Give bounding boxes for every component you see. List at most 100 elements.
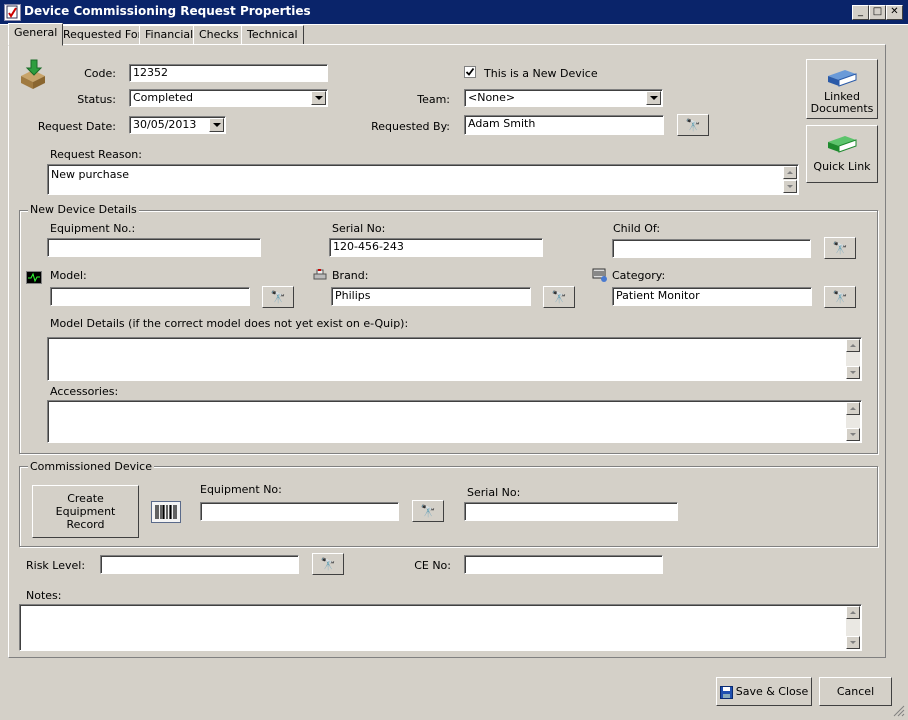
- child-of-find-button[interactable]: 🔭: [824, 237, 856, 259]
- model-input[interactable]: [50, 287, 250, 306]
- scroll-down-icon[interactable]: [783, 180, 797, 193]
- requested-by-find-button[interactable]: 🔭: [677, 114, 709, 136]
- model-icon: [26, 271, 42, 284]
- new-device-group-title: New Device Details: [28, 203, 139, 216]
- model-find-button[interactable]: 🔭: [262, 286, 294, 308]
- minimize-button[interactable]: _: [852, 5, 869, 20]
- category-find-button[interactable]: 🔭: [824, 286, 856, 308]
- request-date-label: Request Date:: [37, 120, 116, 133]
- tab-general[interactable]: General: [8, 23, 64, 46]
- book-green-icon: [828, 136, 857, 153]
- scroll-down-icon[interactable]: [846, 428, 860, 441]
- barcode-icon: [151, 501, 181, 523]
- code-label: Code:: [84, 67, 116, 80]
- serial-no-input[interactable]: 120-456-243: [329, 238, 543, 257]
- linked-documents-button[interactable]: Linked Documents: [806, 59, 878, 119]
- resize-grip-icon[interactable]: [892, 704, 905, 717]
- child-of-label: Child Of:: [613, 222, 661, 235]
- notes-label: Notes:: [26, 589, 62, 602]
- tab-checks[interactable]: Checks: [193, 25, 245, 45]
- book-blue-icon: [828, 70, 857, 87]
- child-of-input[interactable]: [612, 239, 811, 258]
- brand-input[interactable]: Philips: [331, 287, 531, 306]
- model-details-textarea[interactable]: [47, 337, 862, 381]
- request-date-value: 30/05/2013: [133, 118, 197, 131]
- ce-no-label: CE No:: [414, 559, 451, 572]
- save-icon: [719, 685, 733, 699]
- risk-level-label: Risk Level:: [26, 559, 86, 572]
- category-label: Category:: [612, 269, 666, 282]
- risk-level-input[interactable]: [100, 555, 299, 574]
- model-label: Model:: [50, 269, 87, 282]
- quick-link-button[interactable]: Quick Link: [806, 125, 878, 183]
- notes-scrollbar[interactable]: [846, 606, 860, 649]
- commissioned-equipment-no-label: Equipment No:: [200, 483, 282, 496]
- team-dropdown-icon[interactable]: [646, 91, 661, 105]
- brand-icon: [313, 268, 327, 282]
- linked-documents-label: Linked Documents: [810, 90, 874, 115]
- team-label: Team:: [417, 93, 450, 106]
- equipment-no-label: Equipment No.:: [50, 222, 136, 235]
- status-value: Completed: [133, 91, 193, 104]
- requested-by-input[interactable]: Adam Smith: [464, 115, 664, 135]
- model-details-scrollbar[interactable]: [846, 339, 860, 379]
- team-select[interactable]: <None>: [464, 89, 663, 107]
- request-reason-value: New purchase: [51, 168, 129, 181]
- new-device-label: This is a New Device: [484, 67, 598, 80]
- date-dropdown-icon[interactable]: [209, 118, 224, 132]
- cancel-label: Cancel: [836, 685, 875, 698]
- commissioned-equipment-find-button[interactable]: 🔭: [412, 500, 444, 522]
- category-input[interactable]: Patient Monitor: [612, 287, 812, 306]
- brand-label: Brand:: [332, 269, 369, 282]
- request-reason-textarea[interactable]: New purchase: [47, 164, 799, 195]
- ce-no-input[interactable]: [464, 555, 663, 574]
- status-select[interactable]: Completed: [129, 89, 328, 107]
- serial-no-label: Serial No:: [332, 222, 386, 235]
- new-device-checkbox[interactable]: [464, 66, 476, 78]
- accessories-textarea[interactable]: [47, 400, 862, 443]
- save-close-button[interactable]: Save & Close: [716, 677, 812, 706]
- scroll-up-icon[interactable]: [846, 402, 860, 415]
- tab-technical[interactable]: Technical: [241, 25, 304, 45]
- scroll-up-icon[interactable]: [783, 166, 797, 179]
- tab-requested-for[interactable]: Requested For: [57, 25, 149, 45]
- equipment-no-input[interactable]: [47, 238, 261, 257]
- request-reason-scrollbar[interactable]: [783, 166, 797, 193]
- accessories-scrollbar[interactable]: [846, 402, 860, 441]
- notes-textarea[interactable]: [19, 604, 862, 651]
- cancel-button[interactable]: Cancel: [819, 677, 892, 706]
- request-reason-label: Request Reason:: [50, 148, 142, 161]
- scroll-down-icon[interactable]: [846, 366, 860, 379]
- team-value: <None>: [468, 91, 516, 104]
- quick-link-label: Quick Link: [813, 160, 871, 173]
- requested-by-label: Requested By:: [371, 120, 450, 133]
- status-dropdown-icon[interactable]: [311, 91, 326, 105]
- binoculars-icon: 🔭: [320, 557, 336, 571]
- save-close-label: Save & Close: [735, 685, 809, 698]
- create-equipment-record-label: Create Equipment Record: [55, 492, 116, 531]
- binoculars-icon: 🔭: [270, 290, 286, 304]
- model-details-label: Model Details (if the correct model does…: [50, 317, 409, 330]
- binoculars-icon: 🔭: [832, 290, 848, 304]
- status-label: Status:: [77, 93, 116, 106]
- binoculars-icon: 🔭: [832, 241, 848, 255]
- accessories-label: Accessories:: [50, 385, 119, 398]
- request-date-input[interactable]: 30/05/2013: [129, 116, 226, 134]
- scroll-down-icon[interactable]: [846, 636, 860, 649]
- binoculars-icon: 🔭: [685, 118, 701, 132]
- code-input[interactable]: 12352: [129, 64, 328, 82]
- commissioned-device-group-title: Commissioned Device: [28, 460, 154, 473]
- create-equipment-record-button[interactable]: Create Equipment Record: [32, 485, 139, 538]
- commissioned-equipment-no-input[interactable]: [200, 502, 399, 521]
- risk-level-find-button[interactable]: 🔭: [312, 553, 344, 575]
- close-button[interactable]: ✕: [886, 5, 903, 20]
- title-bar: Device Commissioning Request Properties …: [0, 0, 908, 25]
- window-title: Device Commissioning Request Properties: [24, 4, 311, 18]
- brand-find-button[interactable]: 🔭: [543, 286, 575, 308]
- maximize-button[interactable]: □: [869, 5, 886, 20]
- scroll-up-icon[interactable]: [846, 606, 860, 619]
- scroll-up-icon[interactable]: [846, 339, 860, 352]
- commissioned-serial-no-input[interactable]: [464, 502, 678, 521]
- binoculars-icon: 🔭: [420, 504, 436, 518]
- tab-financial[interactable]: Financial: [139, 25, 200, 45]
